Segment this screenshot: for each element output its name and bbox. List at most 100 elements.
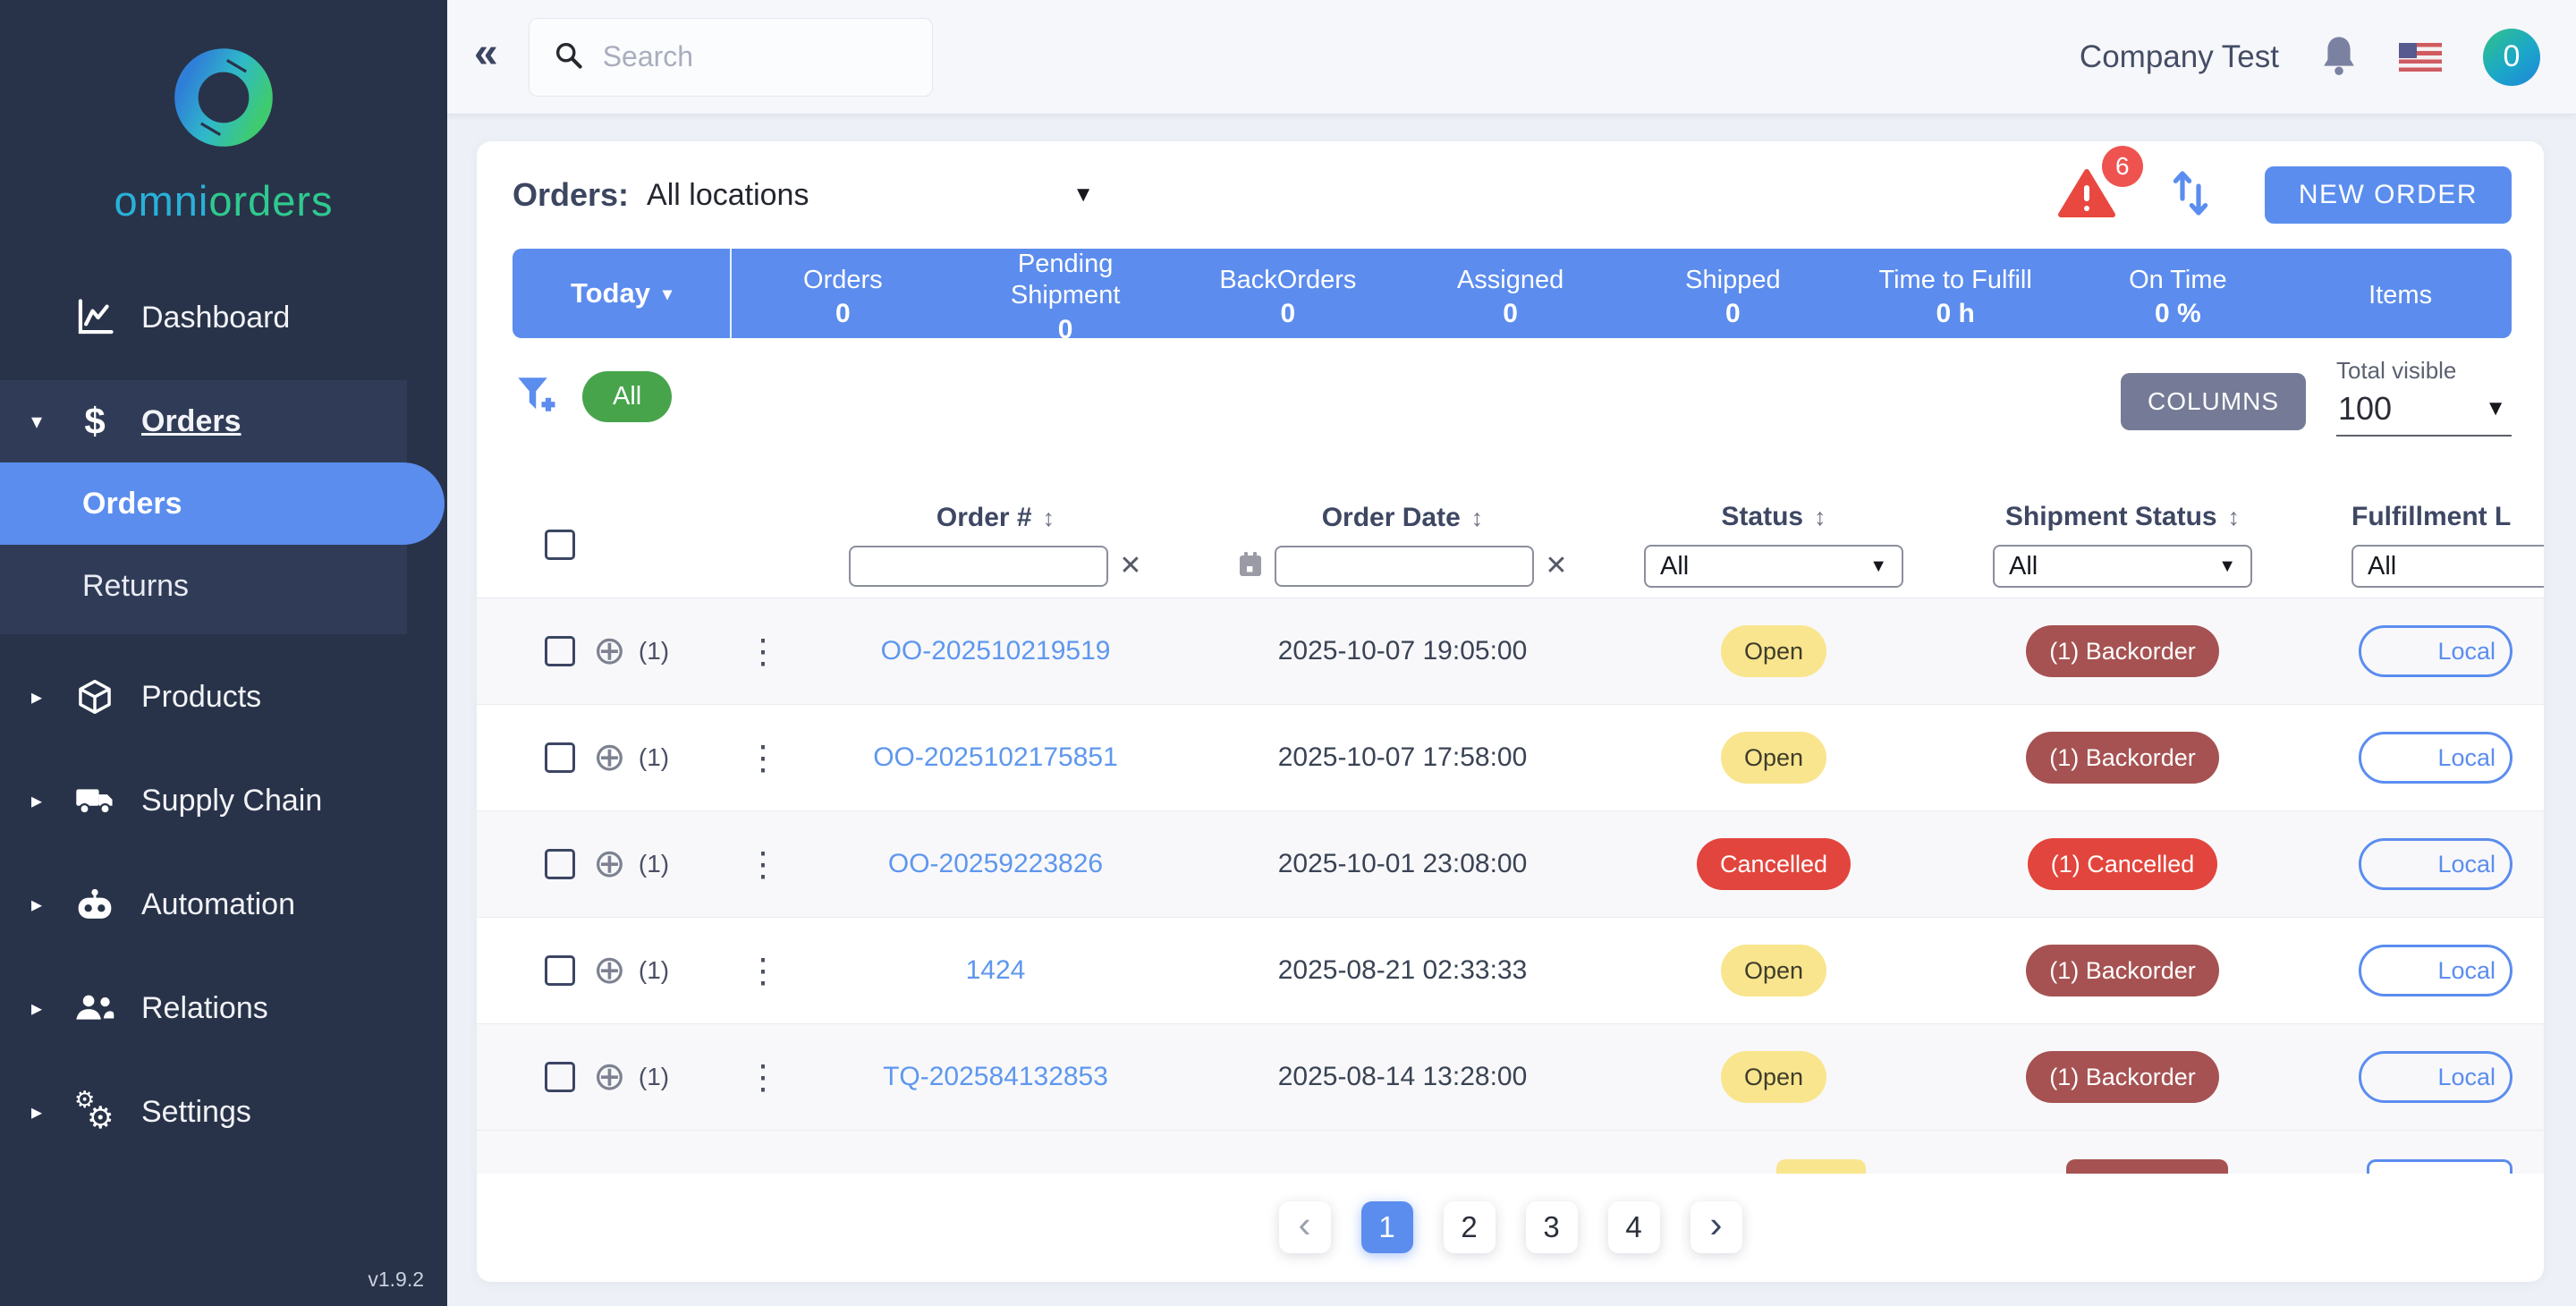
- dollar-icon: $: [70, 400, 120, 443]
- status-filter-select[interactable]: All ▼: [1644, 545, 1903, 588]
- total-visible-select[interactable]: 100 ▼: [2336, 385, 2512, 437]
- sidebar-nav: Dashboard ▾ $ Orders Orders Returns ▸ Pr…: [0, 266, 447, 1164]
- fulfillment-location-badge[interactable]: Local: [2359, 1051, 2512, 1103]
- order-link[interactable]: OO-20259223826: [799, 849, 1192, 879]
- search-box[interactable]: [529, 18, 933, 97]
- page-button-2[interactable]: 2: [1444, 1201, 1496, 1253]
- shipment-status-filter-select[interactable]: All ▼: [1993, 545, 2252, 588]
- search-input[interactable]: [603, 40, 909, 73]
- expand-row-icon[interactable]: ⊕: [593, 844, 626, 884]
- period-label: Today: [571, 277, 650, 310]
- sidebar-subitem-label: Orders: [82, 487, 182, 522]
- calendar-icon[interactable]: [1237, 550, 1264, 583]
- next-page-button[interactable]: ›: [1690, 1201, 1742, 1253]
- sidebar-item-orders-parent[interactable]: ▾ $ Orders: [0, 380, 407, 462]
- table-row-clipped: [477, 1131, 2544, 1174]
- col-fulfillment-location: Fulfillment L All: [2310, 502, 2544, 588]
- new-order-button[interactable]: NEW ORDER: [2265, 166, 2512, 224]
- warning-triangle-icon: [2057, 208, 2116, 223]
- expand-row-icon[interactable]: ⊕: [593, 738, 626, 777]
- page-button-1[interactable]: 1: [1361, 1201, 1413, 1253]
- topbar: « Company Test 0: [447, 0, 2576, 114]
- filter-right: COLUMNS Total visible 100 ▼: [2121, 357, 2512, 437]
- avatar[interactable]: 0: [2483, 29, 2540, 86]
- expand-row-icon[interactable]: ⊕: [593, 632, 626, 671]
- order-number-filter-input[interactable]: [849, 546, 1108, 587]
- sidebar-subitem-returns[interactable]: Returns: [0, 545, 407, 627]
- sort-transfer-icon[interactable]: [2170, 168, 2211, 223]
- filter-chip-all[interactable]: All: [582, 371, 672, 422]
- location-select[interactable]: All locations ▼: [647, 178, 1094, 213]
- page-title: Orders:: [513, 176, 629, 214]
- stat-label: Shipped: [1685, 265, 1780, 296]
- row-menu-icon[interactable]: ⋮: [727, 738, 799, 778]
- sidebar-subitem-label: Returns: [82, 569, 189, 604]
- col-label: Fulfillment L: [2351, 502, 2511, 532]
- sidebar-item-label: Relations: [141, 991, 268, 1026]
- stat-value: 0: [1725, 299, 1741, 329]
- sort-icon[interactable]: ↕: [1043, 505, 1055, 532]
- order-link[interactable]: 1424: [799, 955, 1192, 986]
- page-button-3[interactable]: 3: [1526, 1201, 1578, 1253]
- table-row: ⊕ (1) ⋮ OO-20259223826 2025-10-01 23:08:…: [477, 811, 2544, 918]
- chevron-right-icon: ▸: [25, 996, 48, 1022]
- sidebar-item-products[interactable]: ▸ Products: [0, 656, 447, 738]
- order-date-filter-input[interactable]: [1275, 546, 1534, 587]
- expand-row-icon[interactable]: ⊕: [593, 951, 626, 990]
- sidebar-item-automation[interactable]: ▸ Automation: [0, 863, 447, 946]
- people-icon: [70, 992, 120, 1024]
- chart-icon: [70, 299, 120, 336]
- truck-icon: [70, 784, 120, 817]
- row-menu-icon[interactable]: ⋮: [727, 632, 799, 672]
- sidebar-item-dashboard[interactable]: Dashboard: [0, 276, 447, 359]
- period-selector[interactable]: Today ▾: [513, 249, 732, 338]
- status-badge: Open: [1721, 732, 1826, 784]
- location-value: All locations: [647, 178, 809, 213]
- order-date: 2025-10-07 19:05:00: [1192, 636, 1613, 666]
- row-checkbox[interactable]: [545, 636, 575, 666]
- sort-icon[interactable]: ↕: [1814, 504, 1826, 531]
- fulfillment-location-badge[interactable]: Local: [2359, 732, 2512, 784]
- sidebar-item-supply-chain[interactable]: ▸ Supply Chain: [0, 759, 447, 842]
- page-button-4[interactable]: 4: [1608, 1201, 1660, 1253]
- line-count: (1): [639, 956, 669, 985]
- row-menu-icon[interactable]: ⋮: [727, 951, 799, 991]
- columns-button[interactable]: COLUMNS: [2121, 373, 2306, 430]
- fulfillment-location-badge[interactable]: Local: [2359, 945, 2512, 996]
- row-checkbox[interactable]: [545, 849, 575, 879]
- alerts-button[interactable]: 6: [2057, 167, 2116, 224]
- language-flag-us[interactable]: [2399, 43, 2442, 72]
- sidebar-item-relations[interactable]: ▸ Relations: [0, 967, 447, 1049]
- table-row: ⊕ (1) ⋮ OO-2025102175851 2025-10-07 17:5…: [477, 705, 2544, 811]
- sort-icon[interactable]: ↕: [1471, 505, 1484, 532]
- bell-icon[interactable]: [2320, 33, 2358, 81]
- fulfillment-location-badge[interactable]: Local: [2359, 625, 2512, 677]
- clear-icon[interactable]: ✕: [1545, 553, 1567, 580]
- stat-value: 0: [1058, 315, 1073, 338]
- previous-page-button[interactable]: ‹: [1279, 1201, 1331, 1253]
- add-filter-icon[interactable]: [513, 372, 557, 421]
- sidebar-subitem-orders[interactable]: Orders: [0, 462, 445, 545]
- sidebar-item-settings[interactable]: ▸ ⚙⚙ Settings: [0, 1071, 447, 1153]
- row-menu-icon[interactable]: ⋮: [727, 1057, 799, 1098]
- row-checkbox[interactable]: [545, 742, 575, 773]
- fulfillment-location-badge[interactable]: Local: [2359, 838, 2512, 890]
- status-badge: Cancelled: [1697, 838, 1851, 890]
- row-checkbox[interactable]: [545, 1062, 575, 1092]
- row-menu-icon[interactable]: ⋮: [727, 844, 799, 885]
- select-all-checkbox[interactable]: [545, 530, 575, 560]
- shipment-status-badge: (1) Backorder: [2026, 1051, 2219, 1103]
- order-link[interactable]: TQ-202584132853: [799, 1062, 1192, 1092]
- sort-icon[interactable]: ↕: [2228, 504, 2241, 531]
- company-name: Company Test: [2080, 39, 2279, 75]
- fulfillment-filter-select[interactable]: All: [2351, 545, 2544, 588]
- expand-row-icon[interactable]: ⊕: [593, 1057, 626, 1097]
- row-checkbox[interactable]: [545, 955, 575, 986]
- select-value: All: [2009, 552, 2038, 581]
- order-link[interactable]: OO-202510219519: [799, 636, 1192, 666]
- order-link[interactable]: OO-2025102175851: [799, 742, 1192, 773]
- pagination: ‹ 1 2 3 4 ›: [477, 1174, 2544, 1281]
- chevron-right-icon: ▸: [25, 788, 48, 814]
- sidebar-collapse-icon[interactable]: «: [474, 32, 498, 82]
- clear-icon[interactable]: ✕: [1119, 553, 1141, 580]
